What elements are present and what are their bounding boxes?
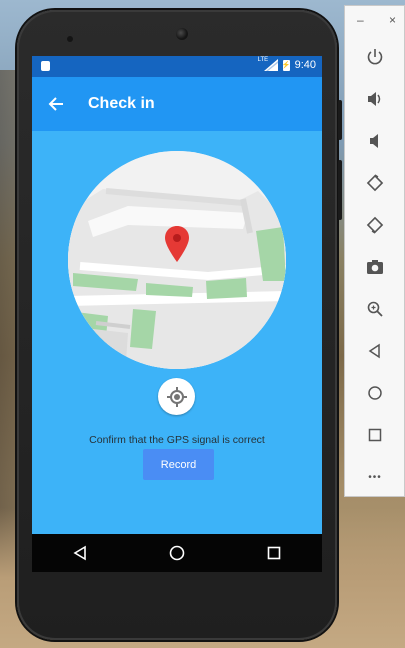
close-button[interactable]: × (389, 13, 396, 27)
battery-icon: ⚡ (282, 59, 290, 71)
device-volume-key (338, 160, 342, 220)
volume-up-icon (368, 92, 381, 106)
front-camera (176, 28, 188, 40)
locate-me-button[interactable] (158, 378, 195, 415)
device-power-key (338, 100, 342, 140)
network-type: LTE (257, 57, 269, 63)
emulator-overview-button[interactable] (360, 420, 390, 450)
gps-target-icon (166, 386, 187, 407)
volume-down-icon (370, 134, 378, 148)
zoom-button[interactable] (360, 294, 390, 324)
screenshot-button[interactable] (360, 252, 390, 282)
gps-confirm-text: Confirm that the GPS signal is correct (89, 434, 265, 446)
record-button[interactable]: Record (143, 449, 214, 480)
device-frame: LTE ⚡ 9:40 Check in Confirm that the GPS… (17, 10, 342, 640)
home-icon (368, 386, 382, 400)
status-bar: LTE ⚡ 9:40 (32, 56, 322, 77)
emulator-home-button[interactable] (360, 378, 390, 408)
clock: 9:40 (294, 59, 316, 71)
location-pin-icon (165, 226, 189, 262)
emulator-back-button[interactable] (360, 336, 390, 366)
power-icon (367, 49, 383, 65)
checkin-content: Confirm that the GPS signal is correct R… (32, 131, 322, 549)
proximity-sensor (67, 36, 73, 42)
android-nav-bar (32, 534, 322, 572)
rotate-right-icon (366, 216, 384, 234)
device-screen: LTE ⚡ 9:40 Check in Confirm that the GPS… (32, 56, 322, 572)
rotate-left-icon (366, 174, 384, 192)
emulator-toolbar: – × ••• (344, 5, 405, 497)
nav-overview-icon[interactable] (259, 538, 289, 568)
rotate-left-button[interactable] (360, 168, 390, 198)
volume-up-button[interactable] (360, 84, 390, 114)
zoom-icon (367, 301, 383, 317)
more-button[interactable]: ••• (360, 462, 390, 492)
more-icon: ••• (368, 471, 382, 483)
app-toolbar: Check in (32, 77, 322, 131)
minimize-button[interactable]: – (357, 13, 364, 27)
page-title: Check in (88, 95, 155, 112)
notification-icon (41, 61, 50, 71)
rotate-right-button[interactable] (360, 210, 390, 240)
back-icon (368, 343, 380, 359)
volume-down-button[interactable] (360, 126, 390, 156)
map-view[interactable] (68, 151, 286, 369)
camera-icon (367, 260, 383, 274)
power-button[interactable] (360, 42, 390, 72)
nav-home-icon[interactable] (162, 538, 192, 568)
nav-back-icon[interactable] (65, 538, 95, 568)
overview-icon (368, 428, 382, 442)
back-arrow-icon[interactable] (44, 92, 68, 116)
signal-icon: LTE (258, 57, 278, 71)
